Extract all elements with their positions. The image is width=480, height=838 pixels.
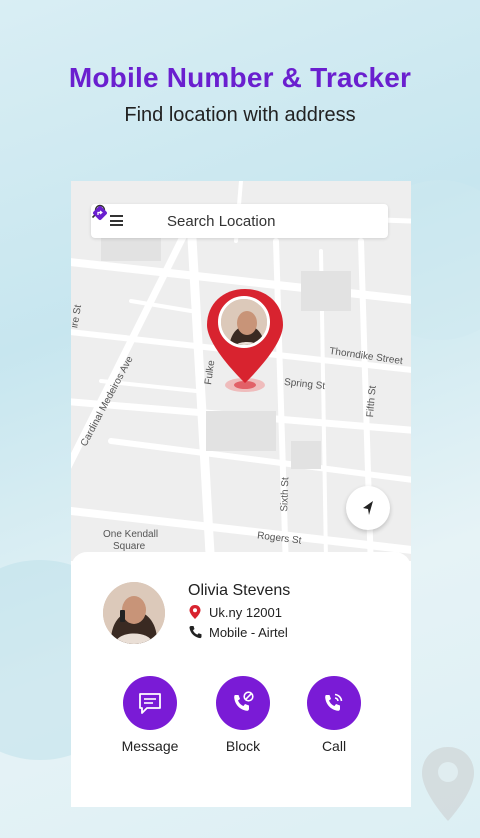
contact-address: Uk.ny 12001 [209, 605, 282, 620]
place-label: One Kendall [103, 529, 159, 540]
phone-icon [189, 626, 202, 639]
contact-carrier: Mobile - Airtel [209, 625, 288, 640]
navigation-arrow-icon [363, 501, 373, 515]
location-pin-icon [189, 605, 201, 619]
phone-screen: Thorndike Street Spring St Fifth St Sixt… [71, 181, 411, 807]
map-view[interactable]: Thorndike Street Spring St Fifth St Sixt… [71, 181, 411, 561]
page-title: Mobile Number & Tracker [68, 62, 412, 93]
avatar [103, 582, 165, 644]
directions-icon[interactable] [91, 204, 109, 222]
location-pin[interactable] [204, 287, 286, 397]
menu-icon[interactable] [110, 215, 123, 226]
block-button[interactable]: Block [198, 676, 288, 754]
call-label: Call [321, 738, 347, 754]
message-button[interactable]: Message [105, 676, 195, 754]
message-label: Message [121, 738, 179, 754]
search-input[interactable]: Search Location [167, 213, 275, 230]
pin-avatar [218, 296, 270, 348]
my-location-button[interactable] [346, 486, 390, 530]
contact-card: Olivia Stevens Uk.ny 12001 Mobile - Airt… [71, 552, 411, 807]
background-pin-icon [422, 747, 474, 821]
page-subtitle: Find location with address [124, 104, 356, 126]
search-bar[interactable]: Search Location [91, 204, 388, 238]
place-label: Square [113, 541, 146, 552]
call-button[interactable]: Call [289, 676, 379, 754]
contact-name: Olivia Stevens [188, 582, 291, 599]
block-call-icon [234, 691, 254, 711]
call-icon [325, 693, 343, 711]
block-label: Block [225, 738, 261, 754]
street-label: Sixth St [279, 477, 292, 512]
message-icon [139, 693, 161, 714]
